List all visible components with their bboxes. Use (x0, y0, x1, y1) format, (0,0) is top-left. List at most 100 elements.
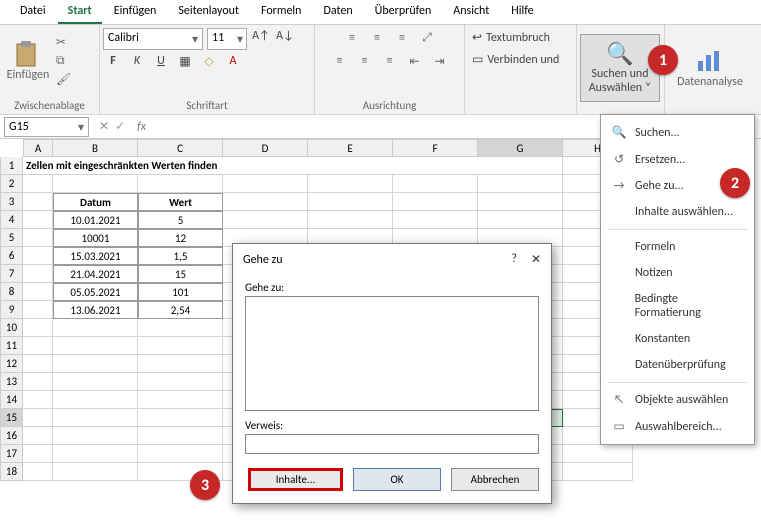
reference-input[interactable] (245, 434, 539, 454)
cell[interactable] (23, 283, 53, 301)
align-center-icon[interactable]: ≡ (354, 51, 376, 71)
cell[interactable] (308, 193, 393, 211)
cut-icon[interactable]: ✂ (56, 35, 71, 50)
dd-formeln[interactable]: Formeln (601, 234, 754, 260)
row-header[interactable]: 5 (0, 229, 23, 247)
cell[interactable] (53, 355, 138, 373)
dialog-close-icon[interactable]: ✕ (531, 252, 541, 267)
fx-icon[interactable]: fx (137, 120, 146, 134)
col-header-d[interactable]: D (223, 139, 308, 157)
cell[interactable] (138, 427, 223, 445)
cell[interactable]: Wert (138, 193, 223, 211)
row-header[interactable]: 12 (0, 355, 23, 373)
row-header[interactable]: 9 (0, 301, 23, 319)
cell[interactable]: 13.06.2021 (53, 301, 138, 319)
name-box[interactable]: G15 (4, 117, 89, 137)
find-select-button[interactable]: 🔍 Suchen und Auswählen ˅ (580, 34, 660, 102)
cell[interactable] (138, 337, 223, 355)
col-header-a[interactable]: A (23, 139, 53, 157)
cell[interactable] (393, 175, 478, 193)
row-header[interactable]: 15 (0, 409, 23, 427)
menu-ueberpruefen[interactable]: Überprüfen (365, 0, 442, 24)
cell[interactable]: 5 (138, 211, 223, 229)
dialog-help-icon[interactable]: ? (511, 252, 517, 267)
cell[interactable] (23, 355, 53, 373)
dd-datenueber[interactable]: Datenüberprüfung (601, 352, 754, 378)
menu-start[interactable]: Start (58, 0, 102, 24)
menu-formeln[interactable]: Formeln (251, 0, 311, 24)
row-header[interactable]: 10 (0, 319, 23, 337)
cell[interactable]: 12 (138, 229, 223, 247)
cell[interactable]: 101 (138, 283, 223, 301)
cancel-formula-icon[interactable]: ✕ (99, 119, 109, 134)
cell[interactable] (23, 463, 53, 481)
cell[interactable] (23, 193, 53, 211)
align-middle-icon[interactable]: ≡ (366, 28, 388, 48)
col-header-f[interactable]: F (393, 139, 478, 157)
cell[interactable] (23, 337, 53, 355)
indent-dec-icon[interactable]: ⇤ (404, 51, 426, 71)
cell[interactable] (23, 265, 53, 283)
menu-hilfe[interactable]: Hilfe (501, 0, 543, 24)
cell[interactable] (478, 175, 563, 193)
cell[interactable] (23, 229, 53, 247)
cell[interactable] (53, 391, 138, 409)
accept-formula-icon[interactable]: ✓ (115, 119, 125, 134)
font-name-select[interactable]: Calibri (103, 28, 203, 50)
dd-notizen[interactable]: Notizen (601, 260, 754, 286)
cell[interactable] (23, 247, 53, 265)
cell[interactable]: 15.03.2021 (53, 247, 138, 265)
cell[interactable] (23, 445, 53, 463)
cell[interactable] (53, 373, 138, 391)
underline-button[interactable]: U (151, 54, 171, 74)
cell[interactable] (23, 391, 53, 409)
goto-listbox[interactable] (245, 296, 539, 411)
cell[interactable] (563, 445, 633, 463)
cell[interactable] (223, 193, 308, 211)
cell[interactable] (53, 319, 138, 337)
col-header-g[interactable]: G (478, 139, 563, 157)
wrap-text-button[interactable]: ↩Textumbruch (468, 28, 554, 47)
paste-button[interactable]: Einfügen (3, 40, 53, 82)
cell[interactable] (478, 211, 563, 229)
menu-einfuegen[interactable]: Einfügen (104, 0, 167, 24)
cell[interactable] (53, 175, 138, 193)
format-painter-icon[interactable]: 🖌 (56, 72, 71, 87)
row-header[interactable]: 16 (0, 427, 23, 445)
menu-daten[interactable]: Daten (313, 0, 362, 24)
cell[interactable]: 15 (138, 265, 223, 283)
cell[interactable] (138, 175, 223, 193)
font-color-button[interactable]: A (223, 54, 243, 74)
row-header[interactable]: 3 (0, 193, 23, 211)
menu-seitenlayout[interactable]: Seitenlayout (168, 0, 249, 24)
cell[interactable] (223, 211, 308, 229)
bold-button[interactable]: F (103, 54, 123, 74)
row-header[interactable]: 14 (0, 391, 23, 409)
border-button[interactable]: ▦ (175, 54, 195, 74)
indent-inc-icon[interactable]: ⇥ (429, 51, 451, 71)
col-header-b[interactable]: B (53, 139, 138, 157)
cell[interactable] (53, 463, 138, 481)
ok-button[interactable]: OK (353, 468, 441, 491)
dd-inhalte[interactable]: Inhalte auswählen... (601, 199, 754, 225)
cell[interactable] (138, 319, 223, 337)
cell[interactable] (53, 337, 138, 355)
increase-font-icon[interactable]: A↑ (251, 29, 271, 49)
font-size-select[interactable]: 11 (207, 28, 247, 50)
cell[interactable]: 1,5 (138, 247, 223, 265)
menu-ansicht[interactable]: Ansicht (443, 0, 499, 24)
inhalte-button[interactable]: Inhalte... (248, 468, 343, 491)
italic-button[interactable]: K (127, 54, 147, 74)
orientation-icon[interactable]: ⤢ (416, 28, 438, 48)
cell[interactable] (563, 463, 633, 481)
cell[interactable] (23, 319, 53, 337)
cell[interactable]: 2,54 (138, 301, 223, 319)
align-left-icon[interactable]: ≡ (329, 51, 351, 71)
cell[interactable] (308, 175, 393, 193)
row-header[interactable]: 13 (0, 373, 23, 391)
cell[interactable] (308, 211, 393, 229)
cell[interactable]: 10001 (53, 229, 138, 247)
cell[interactable] (478, 193, 563, 211)
cell[interactable] (223, 175, 308, 193)
cell[interactable] (393, 193, 478, 211)
